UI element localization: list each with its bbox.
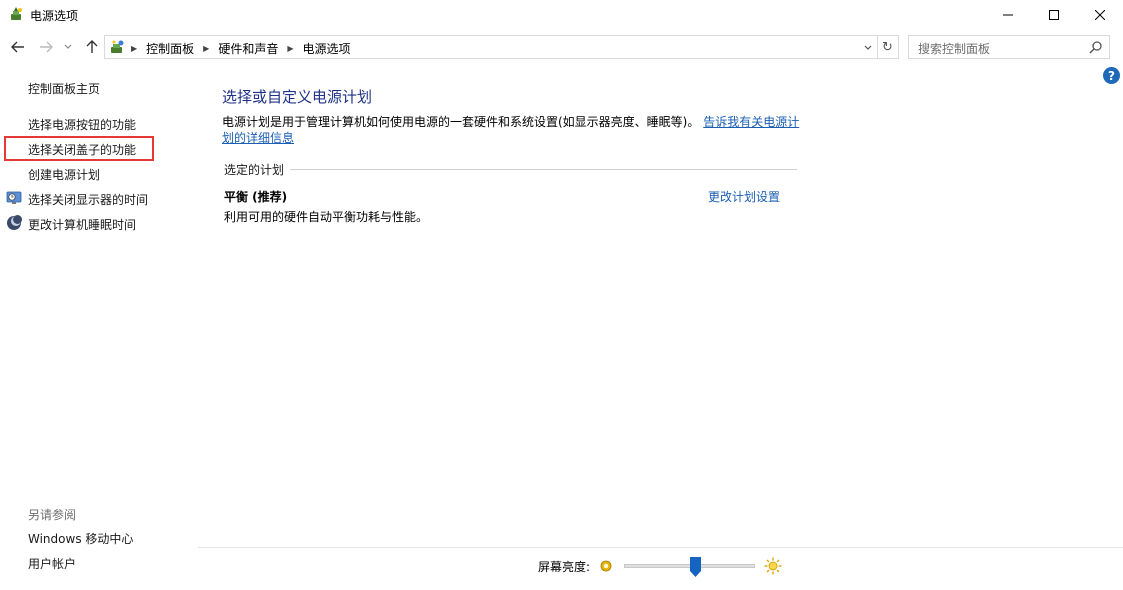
footer-divider	[198, 547, 1123, 548]
window-title: 电源选项	[30, 9, 79, 23]
breadcrumb-control-panel[interactable]: 控制面板	[146, 40, 194, 57]
maximize-icon	[1049, 10, 1059, 20]
up-button[interactable]	[82, 37, 102, 57]
breadcrumb-separator-icon[interactable]: ▶	[203, 44, 209, 53]
see-also-heading: 另请参阅	[28, 508, 77, 522]
back-button[interactable]	[8, 37, 28, 57]
recent-locations-button[interactable]	[61, 37, 75, 57]
see-also-user-accounts[interactable]: 用户帐户	[28, 555, 76, 572]
page-title: 选择或自定义电源计划	[222, 88, 373, 106]
plan-name: 平衡 (推荐)	[224, 190, 288, 204]
refresh-icon: ↻	[882, 39, 893, 55]
search-input[interactable]: 搜索控制面板	[908, 35, 1110, 59]
power-options-icon	[11, 7, 22, 20]
breadcrumb-hardware-sound[interactable]: 硬件和声音	[218, 40, 278, 57]
sidebar-item-sleep[interactable]: 更改计算机睡眠时间	[28, 216, 136, 233]
moon-icon	[7, 215, 22, 230]
sidebar-item-lid-close[interactable]: 选择关闭盖子的功能	[28, 141, 136, 158]
maximize-button[interactable]	[1031, 0, 1077, 30]
forward-button[interactable]	[36, 37, 56, 57]
page-description: 电源计划是用于管理计算机如何使用电源的一套硬件和系统设置(如显示器亮度、睡眠等)…	[222, 114, 802, 146]
refresh-button[interactable]: ↻	[877, 35, 899, 59]
address-history-button[interactable]	[861, 40, 875, 56]
brightness-high-icon	[764, 557, 782, 575]
section-selected-plan-heading: 选定的计划	[224, 163, 285, 177]
brightness-slider-thumb[interactable]	[690, 557, 701, 577]
plan-description: 利用可用的硬件自动平衡功耗与性能。	[224, 210, 429, 224]
help-button[interactable]: ?	[1103, 67, 1120, 84]
breadcrumb-power-options[interactable]: 电源选项	[303, 40, 351, 57]
breadcrumb-separator-icon[interactable]: ▶	[131, 44, 137, 53]
change-plan-settings-link[interactable]: 更改计划设置	[708, 188, 780, 205]
search-placeholder: 搜索控制面板	[918, 42, 991, 56]
control-panel-icon	[111, 40, 124, 53]
sidebar-item-create-plan[interactable]: 创建电源计划	[28, 166, 100, 183]
breadcrumb-separator-icon[interactable]: ▶	[287, 44, 293, 53]
title-bar: 电源选项	[0, 0, 1123, 30]
sidebar-item-power-button[interactable]: 选择电源按钮的功能	[28, 116, 136, 133]
search-icon[interactable]	[1089, 41, 1102, 54]
minimize-icon	[1003, 14, 1013, 16]
close-icon	[1095, 10, 1105, 20]
minimize-button[interactable]	[985, 0, 1031, 30]
arrow-right-icon	[40, 41, 53, 53]
breadcrumb: ▶ 控制面板 ▶ 硬件和声音 ▶ 电源选项	[129, 40, 351, 57]
sidebar-item-control-panel-home[interactable]: 控制面板主页	[28, 80, 100, 97]
brightness-low-icon	[600, 560, 612, 572]
sidebar-item-display-off[interactable]: 选择关闭显示器的时间	[28, 191, 148, 208]
help-icon: ?	[1108, 68, 1115, 83]
see-also-mobility-center[interactable]: Windows 移动中心	[28, 530, 133, 547]
chevron-down-icon	[64, 44, 72, 49]
address-bar[interactable]: ▶ 控制面板 ▶ 硬件和声音 ▶ 电源选项	[104, 35, 878, 59]
brightness-label: 屏幕亮度:	[538, 560, 591, 574]
monitor-clock-icon	[6, 191, 22, 204]
section-divider	[290, 169, 797, 170]
arrow-left-icon	[11, 41, 24, 53]
chevron-down-icon	[864, 45, 872, 50]
navigation-bar: ▶ 控制面板 ▶ 硬件和声音 ▶ 电源选项 ↻ 搜索控制面板	[0, 33, 1123, 61]
arrow-up-icon	[86, 40, 98, 53]
description-text: 电源计划是用于管理计算机如何使用电源的一套硬件和系统设置(如显示器亮度、睡眠等)…	[222, 115, 700, 129]
close-button[interactable]	[1077, 0, 1123, 30]
